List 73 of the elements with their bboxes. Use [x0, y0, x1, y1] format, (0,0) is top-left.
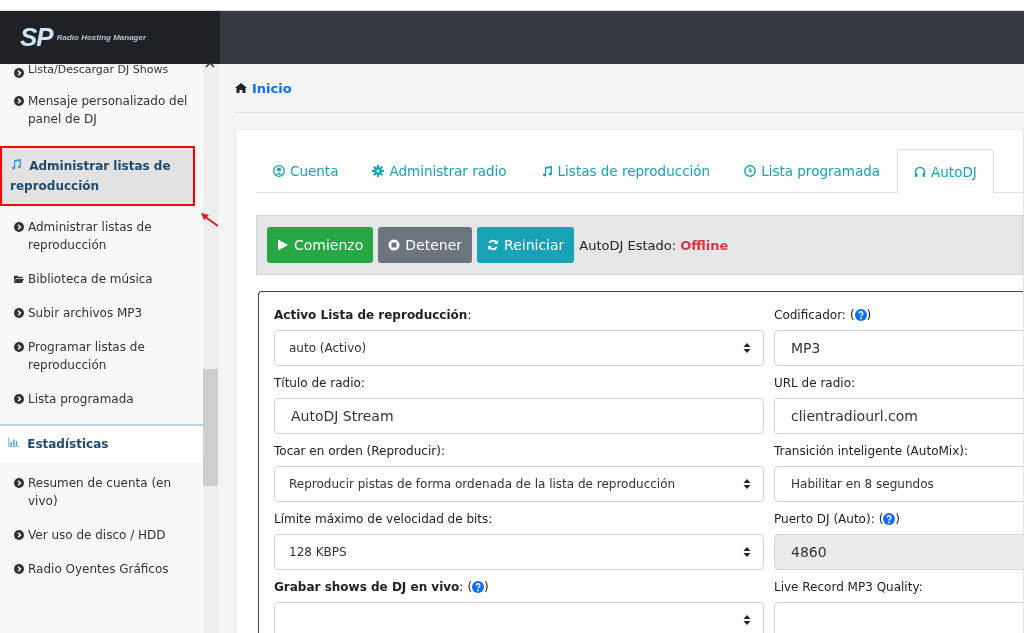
chevron-circle-icon	[14, 478, 24, 488]
sort-arrows-icon	[743, 546, 751, 558]
paren-text: )	[484, 580, 489, 594]
paren-text: (	[849, 308, 855, 322]
select-field[interactable]: 128 KBPS	[274, 534, 764, 570]
bar-chart-icon	[8, 436, 20, 448]
music-icon	[540, 165, 553, 177]
field-label: Live Record MP3 Quality:	[774, 580, 923, 594]
arrow-icon	[200, 212, 220, 228]
field-label: Límite máximo de velocidad de bits:	[274, 512, 493, 526]
breadcrumb-link[interactable]: Inicio	[252, 80, 292, 96]
select-field[interactable]: Reproducir pistas de forma ordenada de la lista de reproducción	[274, 466, 764, 502]
select-field[interactable]	[274, 602, 764, 633]
headphones-icon	[914, 165, 927, 178]
field-label: Puerto DJ (Auto):	[774, 512, 875, 526]
sort-arrows-icon	[743, 614, 751, 626]
status-text: AutoDJ Estado: Offline	[579, 237, 729, 253]
sidebar-item[interactable]: Ver uso de disco / HDD	[0, 518, 203, 552]
help-icon[interactable]	[854, 309, 867, 321]
sidebar-item[interactable]: Lista/Descargar DJ Shows	[0, 64, 203, 84]
home-icon	[235, 83, 247, 93]
chevron-circle-icon	[14, 308, 24, 318]
refresh-icon	[487, 239, 500, 251]
stop-icon	[388, 239, 401, 251]
sidebar-item[interactable]: Biblioteca de música	[0, 262, 203, 296]
input-field[interactable]: Habilitar en 8 segundos	[774, 466, 1024, 502]
chevron-circle-icon	[14, 222, 24, 232]
chevron-circle-icon	[14, 342, 24, 352]
help-icon[interactable]	[883, 513, 896, 525]
chevron-circle-icon	[14, 96, 24, 106]
sort-arrows-icon	[743, 478, 751, 490]
toolbar-button[interactable]: Detener	[378, 227, 473, 263]
input-field[interactable]: clientradiourl.com	[774, 398, 1024, 434]
gear-icon	[372, 165, 385, 177]
input-field[interactable]: MP3	[774, 330, 1024, 366]
sidebar-section[interactable]: Estadísticas	[0, 424, 203, 462]
paren-text: )	[895, 512, 901, 526]
paren-text: (	[467, 580, 473, 594]
field-label: Grabar shows de DJ en vivo:	[274, 580, 464, 594]
sort-arrows-icon	[743, 342, 751, 354]
logo-text: Radio Hosting Manager	[56, 33, 147, 42]
input-field[interactable]: AutoDJ Stream	[274, 398, 764, 434]
paren-text: )	[866, 308, 872, 322]
input-field[interactable]	[774, 602, 1024, 633]
chevron-circle-icon	[14, 68, 24, 78]
logo-mark: SP	[20, 22, 53, 53]
sidebar-item[interactable]: Mensaje personalizado del panel de DJ	[0, 84, 203, 136]
clock-icon	[744, 165, 757, 177]
scrollbar[interactable]	[203, 64, 218, 633]
scrollbar-thumb[interactable]	[203, 369, 218, 486]
sidebar-section[interactable]: Administrar listas de reproducción	[0, 146, 195, 206]
sidebar-item[interactable]: Radio Oyentes Gráficos	[0, 552, 203, 586]
user-icon	[273, 165, 285, 177]
music-icon	[10, 158, 22, 170]
field-label: URL de radio:	[774, 376, 856, 390]
field-label: Título de radio:	[274, 376, 365, 390]
play-icon	[277, 239, 289, 251]
chevron-circle-icon	[14, 394, 24, 404]
sidebar-item[interactable]: Programar listas de reproducción	[0, 330, 203, 382]
field-label: Tocar en orden (Reproducir):	[274, 444, 445, 458]
sidebar-item[interactable]: Lista programada	[0, 382, 203, 416]
sidebar-item[interactable]: Administrar listas de reproducción	[0, 210, 203, 262]
help-icon[interactable]	[472, 581, 485, 593]
select-field[interactable]: auto (Activo)	[274, 330, 764, 366]
field-label: Transición inteligente (AutoMix):	[774, 444, 968, 458]
folder-icon	[14, 274, 24, 284]
sidebar-item[interactable]: Subir archivos MP3	[0, 296, 203, 330]
paren-text: (	[878, 512, 884, 526]
field-label: Activo Lista de reproducción:	[274, 308, 472, 322]
field-label: Codificador:	[774, 308, 846, 322]
sidebar-item[interactable]: Resumen de cuenta (en vivo)	[0, 466, 203, 518]
chevron-circle-icon	[14, 564, 24, 574]
chevron-circle-icon	[14, 530, 24, 540]
